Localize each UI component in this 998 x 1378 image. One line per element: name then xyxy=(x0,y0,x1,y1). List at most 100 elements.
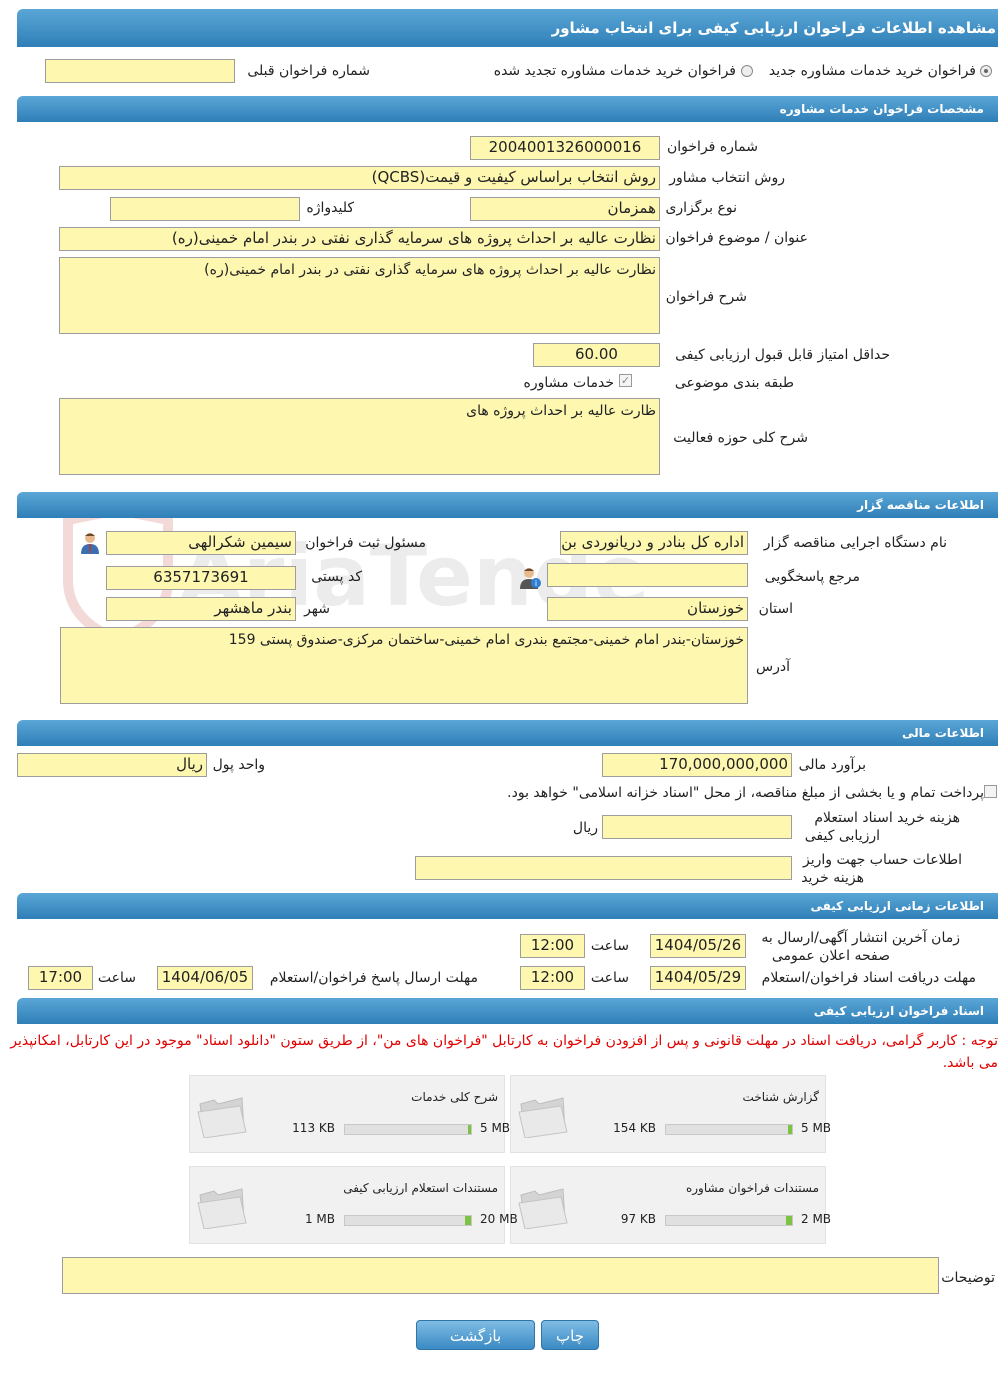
category-checkbox[interactable]: ✓ xyxy=(619,374,632,387)
receive-time-label: ساعت xyxy=(590,970,629,986)
document-size-bar xyxy=(344,1124,472,1135)
estimate-label: برآورد مالی xyxy=(798,757,866,773)
subject-label: عنوان / موضوع فراخوان xyxy=(665,230,808,246)
svg-text:i: i xyxy=(535,579,537,588)
folder-icon xyxy=(197,1188,247,1229)
prev-number-label: شماره فراخوان قبلی xyxy=(247,63,370,79)
doc-cost-field[interactable] xyxy=(602,815,792,839)
org-label: نام دستگاه اجرایی مناقصه گزار xyxy=(763,535,947,551)
document-used-size: 113 KB xyxy=(292,1121,335,1135)
subject-field[interactable]: نظارت عالیه بر احداث پروژه های سرمایه گذ… xyxy=(59,227,660,251)
document-used-size: 1 MB xyxy=(304,1212,335,1226)
radio-new-call[interactable] xyxy=(980,65,992,77)
document-title: شرح کلی خدمات xyxy=(411,1090,498,1104)
page-title: مشاهده اطلاعات فراخوان ارزیابی کیفی برای… xyxy=(551,19,996,37)
city-field[interactable]: بندر ماهشهر xyxy=(106,597,296,621)
treasury-checkbox[interactable] xyxy=(984,785,997,798)
type-field[interactable]: همزمان xyxy=(470,197,660,221)
category-label: طبقه بندی موضوعی xyxy=(674,375,794,391)
document-title: گزارش شناخت xyxy=(742,1090,819,1104)
address-field[interactable]: خوزستان-بندر امام خمینی-مجتمع بندری امام… xyxy=(60,627,748,704)
documents-note: توجه : کاربر گرامی، دریافت اسناد در مهلت… xyxy=(10,1033,998,1071)
doc-cost-label-2: ارزیابی کیفی xyxy=(804,828,880,844)
section-consulting-header: مشخصات فراخوان خدمات مشاوره xyxy=(17,96,998,122)
doc-cost-unit: ریال xyxy=(572,820,598,836)
submit-time-label: ساعت xyxy=(97,970,136,986)
document-size-fill xyxy=(468,1125,471,1134)
user-icon[interactable] xyxy=(79,531,101,555)
prev-number-field[interactable] xyxy=(45,59,235,83)
publish-time-label: ساعت xyxy=(590,938,629,954)
min-score-label: حداقل امتیاز قابل قبول ارزیابی کیفی xyxy=(675,347,890,363)
radio-renewed-call[interactable] xyxy=(741,65,753,77)
city-label: شهر xyxy=(304,601,330,617)
radio-renewed-label: فراخوان خرید خدمات مشاوره تجدید شده xyxy=(493,63,736,79)
method-field[interactable]: روش انتخاب براساس کیفیت و قیمت(QCBS) xyxy=(59,166,660,190)
document-title: مستندات استعلام ارزیابی کیفی xyxy=(343,1181,498,1195)
document-size-fill xyxy=(786,1216,792,1225)
account-label-2: هزینه خرید xyxy=(801,870,864,886)
section-documents-header: اسناد فراخوان ارزیابی کیفی xyxy=(17,998,998,1024)
receive-date-field[interactable]: 1404/05/29 xyxy=(650,966,746,990)
postal-code-field[interactable]: 6357173691 xyxy=(106,566,296,590)
reference-label: مرجع پاسخگویی xyxy=(764,569,860,585)
back-button[interactable]: بازگشت xyxy=(416,1320,535,1350)
province-field[interactable]: خوزستان xyxy=(547,597,748,621)
keyword-field[interactable] xyxy=(110,197,300,221)
document-max-size: 2 MB xyxy=(801,1212,832,1226)
folder-icon xyxy=(518,1097,568,1138)
section-timing-title: اطلاعات زمانی ارزیابی کیفی xyxy=(810,899,984,913)
document-card[interactable]: مستندات فراخوان مشاوره 2 MB 97 KB xyxy=(510,1166,831,1244)
scope-label: شرح کلی حوزه فعالیت xyxy=(673,430,808,446)
print-button[interactable]: چاپ xyxy=(541,1320,599,1350)
account-field[interactable] xyxy=(415,856,792,880)
section-timing-header: اطلاعات زمانی ارزیابی کیفی xyxy=(17,893,998,919)
document-card[interactable]: گزارش شناخت 5 MB 154 KB xyxy=(510,1075,831,1153)
estimate-field[interactable]: 170,000,000,000 xyxy=(602,753,792,777)
page-header: مشاهده اطلاعات فراخوان ارزیابی کیفی برای… xyxy=(17,9,998,47)
notes-field[interactable] xyxy=(62,1257,939,1294)
submit-time-field[interactable]: 17:00 xyxy=(28,966,93,990)
folder-icon xyxy=(518,1188,568,1229)
currency-field[interactable]: ریال xyxy=(17,753,207,777)
postal-code-label: کد پستی xyxy=(311,569,362,585)
submit-date-field[interactable]: 1404/06/05 xyxy=(157,966,253,990)
currency-label: واحد پول xyxy=(212,757,265,773)
scope-field[interactable]: ظارت عالیه بر احداث پروژه های xyxy=(59,398,660,475)
min-score-field[interactable]: 60.00 xyxy=(533,343,660,367)
reference-field[interactable] xyxy=(547,563,748,587)
folder-icon xyxy=(197,1097,247,1138)
description-label: شرح فراخوان xyxy=(665,289,747,305)
document-size-fill xyxy=(788,1125,792,1134)
publish-label-2: صفحه اعلان عمومی xyxy=(771,948,890,964)
notes-label: توضیحات xyxy=(941,1270,995,1286)
document-card[interactable]: شرح کلی خدمات 5 MB 113 KB xyxy=(189,1075,510,1153)
user-info-icon[interactable]: i xyxy=(520,566,542,590)
section-consulting-title: مشخصات فراخوان خدمات مشاوره xyxy=(779,102,984,116)
address-label: آدرس xyxy=(756,659,790,675)
document-card[interactable]: مستندات استعلام ارزیابی کیفی 20 MB 1 MB xyxy=(189,1166,518,1244)
type-label: نوع برگزاری xyxy=(665,200,737,216)
section-financial-header: اطلاعات مالی xyxy=(17,720,998,746)
description-field[interactable]: نظارت عالیه بر احداث پروژه های سرمایه گذ… xyxy=(59,257,660,334)
org-field[interactable]: اداره کل بنادر و دریانوردی بن xyxy=(560,531,748,555)
document-used-size: 97 KB xyxy=(620,1212,656,1226)
document-size-bar xyxy=(344,1215,472,1226)
publish-label-1: زمان آخرین انتشار آگهی/ارسال به xyxy=(761,930,960,946)
section-tenderer-title: اطلاعات مناقصه گزار xyxy=(857,498,984,512)
registrar-label: مسئول ثبت فراخوان xyxy=(305,535,426,551)
document-size-bar xyxy=(665,1215,793,1226)
document-size-bar xyxy=(665,1124,793,1135)
account-label-1: اطلاعات حساب جهت واریز xyxy=(802,852,962,868)
document-size-fill xyxy=(465,1216,471,1225)
publish-date-field[interactable]: 1404/05/26 xyxy=(650,934,746,958)
doc-cost-label-1: هزینه خرید اسناد استعلام xyxy=(814,810,960,826)
receive-time-field[interactable]: 12:00 xyxy=(520,966,585,990)
registrar-field[interactable]: سیمین شکرالهی xyxy=(106,531,296,555)
document-max-size: 5 MB xyxy=(480,1121,511,1135)
call-number-field[interactable]: 2004001326000016 xyxy=(470,136,660,160)
category-value: خدمات مشاوره xyxy=(523,375,614,391)
section-financial-title: اطلاعات مالی xyxy=(901,726,984,740)
treasury-text: پرداخت تمام و یا بخشی از مبلغ مناقصه، از… xyxy=(507,785,984,801)
publish-time-field[interactable]: 12:00 xyxy=(520,934,585,958)
